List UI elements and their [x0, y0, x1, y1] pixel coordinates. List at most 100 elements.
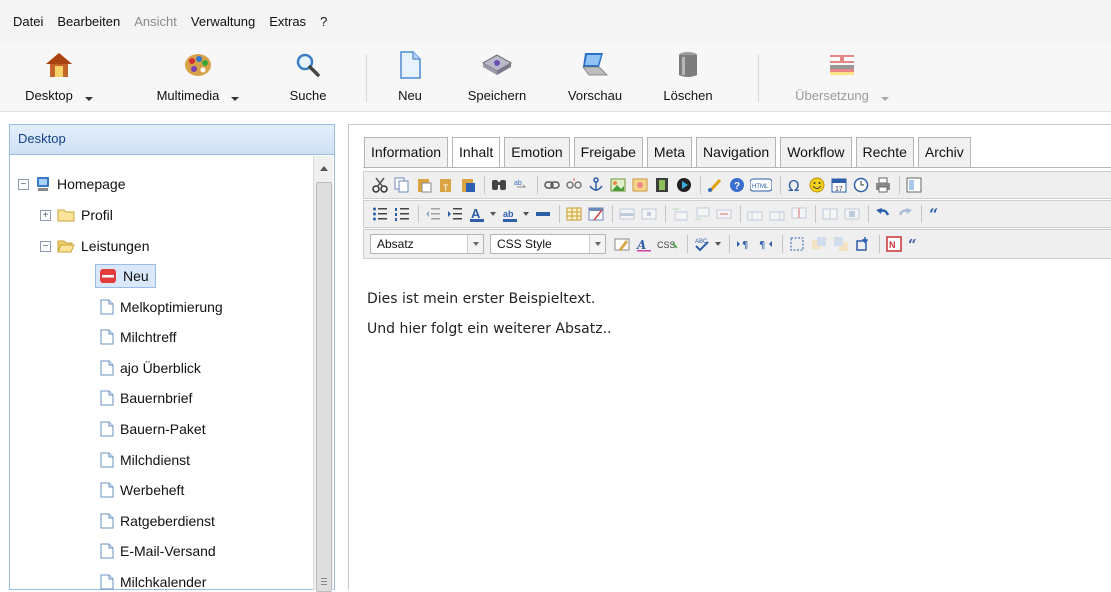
layer-insert-icon[interactable]: [809, 235, 828, 254]
omega-icon[interactable]: Ω: [785, 176, 804, 195]
paste-word-icon[interactable]: [458, 176, 477, 195]
paragraph[interactable]: Dies ist mein erster Beispieltext.: [367, 291, 611, 307]
ltr-icon[interactable]: ¶: [734, 235, 753, 254]
visual-aid-icon[interactable]: [787, 235, 806, 254]
dropdown-arrow-icon[interactable]: [522, 205, 530, 224]
dropdown-arrow-icon[interactable]: [84, 96, 93, 101]
smiley-icon[interactable]: [807, 176, 826, 195]
paste-text-icon[interactable]: T: [436, 176, 455, 195]
media-icon[interactable]: [652, 176, 671, 195]
loeschen-button[interactable]: Löschen: [650, 50, 726, 106]
tree-node-leistungen[interactable]: − Leistungen: [40, 235, 150, 257]
styleprops-icon[interactable]: A: [634, 235, 653, 254]
undo-icon[interactable]: [873, 205, 892, 224]
date-icon[interactable]: 17: [829, 176, 848, 195]
flash-icon[interactable]: [630, 176, 649, 195]
tree-node-page[interactable]: ajo Überblick: [100, 357, 201, 379]
tree-node-homepage[interactable]: − Homepage: [18, 173, 126, 195]
redo-icon[interactable]: [895, 205, 914, 224]
dropdown-arrow-icon[interactable]: [589, 235, 605, 253]
tree-node-neu[interactable]: Neu: [95, 264, 156, 288]
tab-archiv[interactable]: Archiv: [917, 137, 971, 167]
anchor-icon[interactable]: [586, 176, 605, 195]
insert-row-before-icon[interactable]: [670, 205, 689, 224]
style-select[interactable]: CSS Style: [490, 234, 606, 254]
collapse-icon[interactable]: −: [18, 178, 29, 190]
dropdown-arrow-icon[interactable]: [880, 96, 889, 101]
flash-play-icon[interactable]: [674, 176, 693, 195]
tree-node-page[interactable]: Milchtreff: [100, 326, 177, 348]
indent-icon[interactable]: [445, 205, 464, 224]
dropdown-arrow-icon[interactable]: [231, 96, 240, 101]
menu-verwaltung[interactable]: Verwaltung: [184, 14, 262, 29]
find-icon[interactable]: [489, 176, 508, 195]
edit-css-icon[interactable]: [612, 235, 631, 254]
format-select[interactable]: Absatz: [370, 234, 484, 254]
bullet-list-icon[interactable]: [370, 205, 389, 224]
paste-icon[interactable]: [414, 176, 433, 195]
tree-node-page[interactable]: Bauernbrief: [100, 387, 192, 409]
delete-row-icon[interactable]: [714, 205, 733, 224]
tab-information[interactable]: Information: [364, 137, 449, 167]
menu-datei[interactable]: Datei: [6, 14, 50, 29]
tree-node-page[interactable]: Milchdienst: [100, 449, 190, 471]
collapse-icon[interactable]: −: [40, 240, 51, 252]
insert-col-before-icon[interactable]: [745, 205, 764, 224]
editor-content[interactable]: Dies ist mein erster Beispieltext. Und h…: [367, 291, 611, 351]
tree-node-page[interactable]: Melkoptimierung: [100, 296, 223, 318]
absolute-icon[interactable]: [853, 235, 872, 254]
scroll-up-icon[interactable]: [320, 166, 328, 171]
replace-icon[interactable]: ab: [511, 176, 530, 195]
menu-ansicht[interactable]: Ansicht: [127, 14, 184, 29]
insert-row-after-icon[interactable]: [692, 205, 711, 224]
help-icon[interactable]: ?: [727, 176, 746, 195]
suche-button[interactable]: Suche: [278, 50, 338, 106]
tree-node-profil[interactable]: + Profil: [40, 204, 113, 226]
delete-col-icon[interactable]: [789, 205, 808, 224]
clean-icon[interactable]: [705, 176, 724, 195]
split-cells-icon[interactable]: [820, 205, 839, 224]
tree-node-page[interactable]: Werbeheft: [100, 479, 184, 501]
print-icon[interactable]: [873, 176, 892, 195]
tab-rechte[interactable]: Rechte: [855, 137, 914, 167]
tab-emotion[interactable]: Emotion: [504, 137, 570, 167]
cell-props-icon[interactable]: [639, 205, 658, 224]
speichern-button[interactable]: Speichern: [454, 50, 540, 106]
tree-node-page[interactable]: Bauern-Paket: [100, 418, 206, 440]
scroll-thumb[interactable]: [316, 182, 332, 592]
tab-freigabe[interactable]: Freigabe: [573, 137, 643, 167]
tree-node-page[interactable]: Ratgeberdienst: [100, 510, 215, 532]
tree-node-page[interactable]: E-Mail-Versand: [100, 540, 216, 562]
css-icon[interactable]: CSS: [656, 235, 680, 254]
expand-icon[interactable]: +: [40, 209, 51, 221]
image-icon[interactable]: [608, 176, 627, 195]
copy-icon[interactable]: [392, 176, 411, 195]
tree-scrollbar[interactable]: [313, 156, 333, 592]
desktop-button[interactable]: Desktop: [0, 50, 118, 106]
menu-help[interactable]: ?: [313, 14, 334, 29]
row-props-icon[interactable]: [617, 205, 636, 224]
tree-node-page[interactable]: Milchkalender: [100, 571, 206, 592]
table-props-icon[interactable]: [586, 205, 605, 224]
cite-icon[interactable]: “: [906, 235, 925, 254]
table-icon[interactable]: [564, 205, 583, 224]
horizontal-rule-icon[interactable]: [533, 205, 552, 224]
insert-col-after-icon[interactable]: [767, 205, 786, 224]
merge-cells-icon[interactable]: [842, 205, 861, 224]
menu-extras[interactable]: Extras: [262, 14, 313, 29]
cut-icon[interactable]: [370, 176, 389, 195]
template-icon[interactable]: [904, 176, 923, 195]
html-icon[interactable]: HTML: [749, 176, 773, 195]
numbered-list-icon[interactable]: [392, 205, 411, 224]
dropdown-arrow-icon[interactable]: [714, 235, 722, 254]
vorschau-button[interactable]: Vorschau: [556, 50, 634, 106]
tab-inhalt[interactable]: Inhalt: [452, 137, 501, 168]
link-icon[interactable]: [542, 176, 561, 195]
paragraph[interactable]: Und hier folgt ein weiterer Absatz..: [367, 321, 611, 337]
time-icon[interactable]: [851, 176, 870, 195]
multimedia-button[interactable]: Multimedia: [138, 50, 258, 106]
dropdown-arrow-icon[interactable]: [489, 205, 497, 224]
blockquote-icon[interactable]: “: [926, 205, 945, 224]
menu-bearbeiten[interactable]: Bearbeiten: [50, 14, 127, 29]
unlink-icon[interactable]: [564, 176, 583, 195]
